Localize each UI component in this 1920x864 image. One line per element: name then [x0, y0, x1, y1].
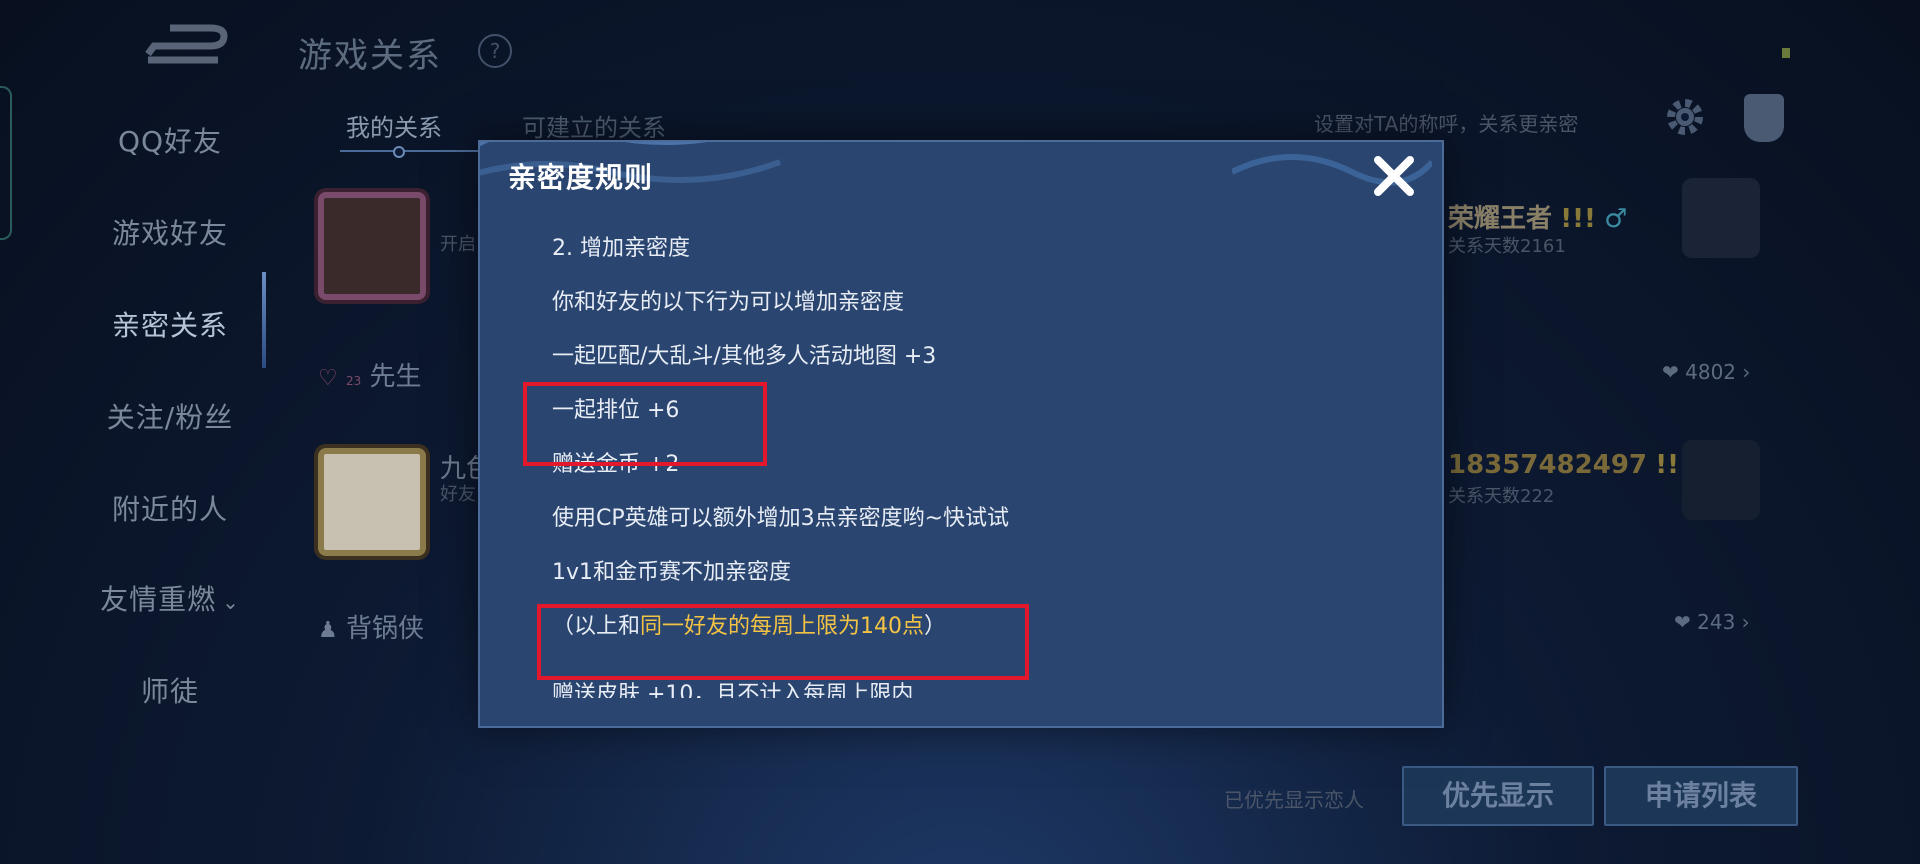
back-arrow-icon[interactable]	[140, 20, 230, 70]
signal-icon	[1782, 48, 1790, 58]
sidebar-item-nearby[interactable]: 附近的人	[40, 488, 300, 528]
gear-icon[interactable]	[1664, 96, 1706, 138]
page-title: 游戏关系	[298, 36, 442, 76]
sidebar-item-qq-friends[interactable]: QQ好友	[40, 120, 300, 160]
intimacy-number: 243	[1697, 610, 1736, 634]
sidebar-item-rekindle[interactable]: 友情重燃 ⌄	[40, 578, 300, 618]
chevron-right-icon: ›	[1742, 360, 1751, 384]
relation-name: 18357482497 !!! ♀	[1448, 450, 1718, 480]
relation-name: 荣耀王者 !!! ♂	[1448, 198, 1627, 235]
tab-underline	[340, 150, 480, 152]
sidebar-frame	[0, 86, 12, 240]
intimacy-rules-dialog: 亲密度规则 2. 增加亲密度 你和好友的以下行为可以增加亲密度 一起匹配/大乱斗…	[478, 140, 1444, 728]
badge-number: 23	[346, 374, 362, 388]
apply-list-button[interactable]: 申请列表	[1604, 766, 1798, 826]
nickname-hint: 设置对TA的称呼，关系更亲密	[1314, 112, 1579, 136]
sidebar: QQ好友 游戏好友 亲密关系 关注/粉丝 附近的人 友情重燃 ⌄ 师徒	[0, 0, 270, 864]
avatar[interactable]	[318, 192, 426, 300]
heart-icon: ❤	[1662, 360, 1679, 384]
heart-icon: ❤	[1674, 610, 1691, 634]
relation-title: 背锅侠	[346, 614, 425, 644]
row-left-sub: 好友	[440, 484, 476, 505]
close-icon[interactable]	[1370, 152, 1418, 200]
relation-slot[interactable]	[1682, 440, 1760, 520]
rule-line: 赠送金币 +2	[552, 452, 680, 477]
male-icon: ♂	[1604, 204, 1628, 234]
sidebar-item-intimate[interactable]: 亲密关系	[40, 304, 300, 344]
intimacy-value[interactable]: ❤ 243 ›	[1674, 610, 1750, 634]
relation-slot[interactable]	[1682, 178, 1760, 258]
active-indicator	[262, 272, 266, 368]
limit-highlight: 同一好友的每周上限为140点	[640, 614, 925, 639]
rule-line: 1v1和金币赛不加亲密度	[552, 560, 792, 585]
footer-hint: 已优先显示恋人	[1224, 788, 1364, 812]
rule-limit-line: （以上和同一好友的每周上限为140点）	[552, 612, 1392, 666]
limit-prefix: （以上和	[552, 614, 641, 639]
chevron-down-icon: ⌄	[222, 590, 240, 614]
rank-bars-icon: !!!	[1560, 204, 1596, 234]
rule-line: 你和好友的以下行为可以增加亲密度	[552, 290, 905, 315]
relation-days: 关系天数222	[1448, 486, 1555, 507]
relation-title: 先生	[369, 362, 422, 392]
rule-line-cut: 赠送皮肤 +10，且不计入每周上限内	[552, 672, 913, 698]
chevron-right-icon: ›	[1741, 610, 1750, 634]
rules-list: 2. 增加亲密度 你和好友的以下行为可以增加亲密度 一起匹配/大乱斗/其他多人活…	[552, 234, 1392, 666]
avatar[interactable]	[318, 448, 426, 556]
sidebar-item-follow-fans[interactable]: 关注/粉丝	[40, 396, 300, 436]
rule-line: 2. 增加亲密度	[552, 236, 690, 261]
heart-badge-icon: ♡	[318, 366, 338, 391]
cut-line-text: 赠送皮肤 +10，且不计入每周上限内	[552, 682, 914, 698]
relation-row-title: ♟ 背锅侠	[318, 608, 424, 645]
sidebar-item-label: 友情重燃	[100, 583, 217, 616]
rule-line: 一起匹配/大乱斗/其他多人活动地图 +3	[552, 344, 937, 369]
tab-my-relations[interactable]: 我的关系	[346, 108, 442, 143]
intimacy-number: 4802	[1685, 360, 1737, 384]
row-left-sub: 开启	[440, 234, 476, 255]
intimacy-value[interactable]: ❤ 4802 ›	[1662, 360, 1750, 384]
tab-active-dot	[393, 146, 405, 158]
rule-line: 一起排位 +6	[552, 398, 680, 423]
sidebar-item-mentor[interactable]: 师徒	[40, 670, 300, 710]
rule-line: 使用CP英雄可以额外增加3点亲密度哟~快试试	[552, 506, 1010, 531]
priority-display-button[interactable]: 优先显示	[1402, 766, 1594, 826]
person-icon: ♟	[318, 618, 338, 643]
tab-buildable-relations[interactable]: 可建立的关系	[522, 108, 666, 143]
relation-days: 关系天数2161	[1448, 236, 1566, 257]
ranking-badge-icon[interactable]	[1744, 94, 1784, 142]
relation-name-text: 18357482497	[1448, 450, 1647, 480]
help-icon[interactable]: ?	[478, 34, 512, 68]
relation-name-text: 荣耀王者	[1448, 204, 1553, 234]
limit-suffix: ）	[924, 614, 947, 639]
sidebar-item-game-friends[interactable]: 游戏好友	[40, 212, 300, 252]
relation-row-title: ♡ 23 先生	[318, 356, 422, 393]
dialog-title: 亲密度规则	[508, 161, 654, 194]
